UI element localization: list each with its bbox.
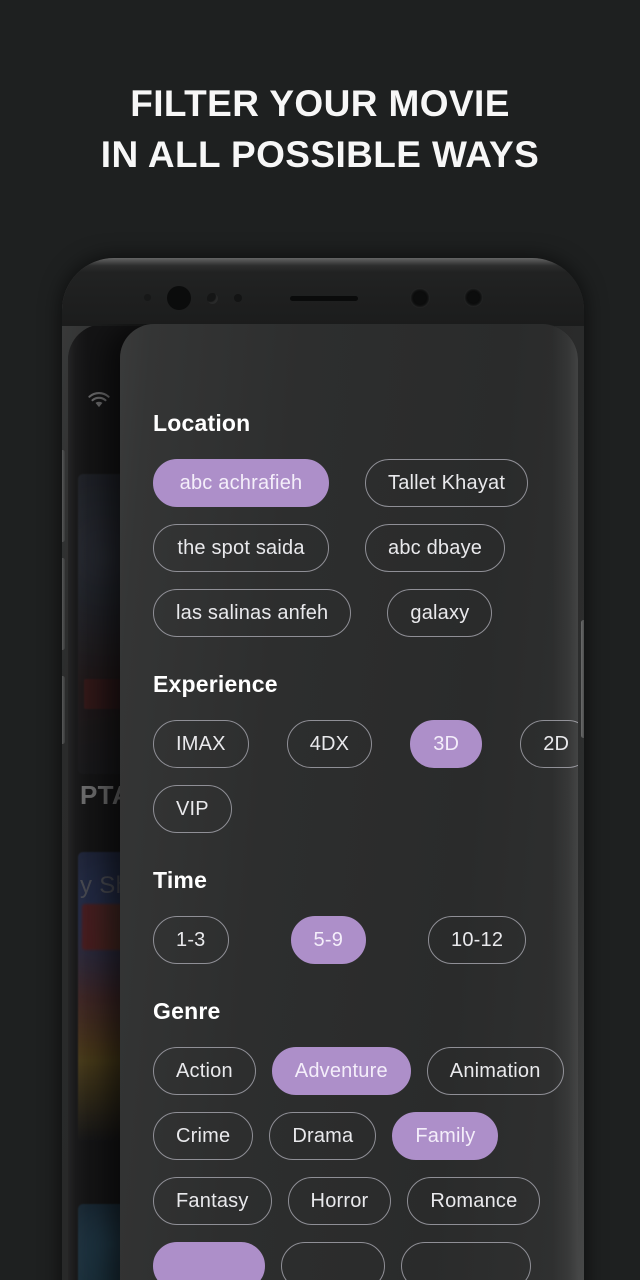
chip-row: VIP <box>153 785 560 833</box>
phone-top-bezel <box>62 258 584 326</box>
chip-time-5-9[interactable]: 5-9 <box>290 916 367 964</box>
app-store-promo-screenshot: FILTER YOUR MOVIE IN ALL POSSIBLE WAYS P… <box>0 0 640 1280</box>
page-title: FILTER YOUR MOVIE IN ALL POSSIBLE WAYS <box>0 78 640 180</box>
chip-location-las-salinas-anfeh[interactable]: las salinas anfeh <box>153 589 352 637</box>
chip-location-abc-dbaye[interactable]: abc dbaye <box>365 524 506 572</box>
filter-section-genre: Genre Action Adventure Animation Crime D… <box>153 998 564 1280</box>
chip-location-tallet-khayat[interactable]: Tallet Khayat <box>365 459 529 507</box>
filter-section-experience: Experience IMAX 4DX 3D 2D VIP <box>153 671 578 833</box>
chip-location-the-spot-saida[interactable]: the spot saida <box>153 524 329 572</box>
chip-row: Fantasy Horror Romance <box>153 1177 560 1225</box>
chip-genre-fantasy[interactable]: Fantasy <box>153 1177 272 1225</box>
chip-row: IMAX 4DX 3D 2D <box>153 720 578 768</box>
iris-scanner-icon <box>167 286 191 310</box>
chip-row: abc achrafieh Tallet Khayat <box>153 459 560 507</box>
phone-screen: PTA y Sh vie anc Location <box>68 324 578 1280</box>
light-sensor-icon <box>207 293 218 304</box>
chip-location-galaxy[interactable]: galaxy <box>387 589 493 637</box>
front-camera-secondary-icon <box>464 288 483 307</box>
chip-row: Action Adventure Animation <box>153 1047 564 1095</box>
chip-row-partial <box>153 1242 560 1280</box>
earpiece-speaker-icon <box>290 296 358 301</box>
phone-device-mockup: PTA y Sh vie anc Location <box>62 258 584 1280</box>
chip-row: las salinas anfeh galaxy <box>153 589 560 637</box>
chip-location-abc-achrafieh[interactable]: abc achrafieh <box>153 459 329 507</box>
chip-genre-crime[interactable]: Crime <box>153 1112 254 1160</box>
chip-genre-partial-2[interactable] <box>281 1242 385 1280</box>
chip-genre-romance[interactable]: Romance <box>407 1177 541 1225</box>
chip-experience-imax[interactable]: IMAX <box>153 720 249 768</box>
chip-genre-horror[interactable]: Horror <box>287 1177 392 1225</box>
chip-genre-partial-1[interactable] <box>153 1242 265 1280</box>
volume-down-button[interactable] <box>62 558 65 650</box>
filter-section-location: Location abc achrafieh Tallet Khayat the… <box>153 410 560 637</box>
section-title-genre: Genre <box>153 998 221 1024</box>
chip-experience-3d[interactable]: 3D <box>410 720 483 768</box>
chip-time-10-12[interactable]: 10-12 <box>428 916 527 964</box>
chip-time-1-3[interactable]: 1-3 <box>153 916 229 964</box>
chip-genre-family[interactable]: Family <box>392 1112 499 1160</box>
filter-panel-content: Location abc achrafieh Tallet Khayat the… <box>120 324 578 1280</box>
chip-experience-4dx[interactable]: 4DX <box>286 720 373 768</box>
volume-up-button[interactable] <box>62 450 65 542</box>
assistant-button[interactable] <box>62 676 65 744</box>
section-title-time: Time <box>153 867 208 893</box>
front-camera-icon <box>410 288 430 308</box>
chip-genre-drama[interactable]: Drama <box>269 1112 377 1160</box>
section-title-experience: Experience <box>153 671 278 697</box>
chip-experience-vip[interactable]: VIP <box>153 785 232 833</box>
chip-experience-2d[interactable]: 2D <box>520 720 578 768</box>
chip-row: Crime Drama Family <box>153 1112 560 1160</box>
filter-section-time: Time 1-3 5-9 10-12 <box>153 867 560 964</box>
chip-genre-partial-3[interactable] <box>401 1242 531 1280</box>
filter-panel: Location abc achrafieh Tallet Khayat the… <box>120 324 578 1280</box>
headline-line-1: FILTER YOUR MOVIE <box>130 83 510 124</box>
sensor-dot-icon <box>234 294 242 302</box>
section-title-location: Location <box>153 410 251 436</box>
headline-line-2: IN ALL POSSIBLE WAYS <box>100 134 540 175</box>
chip-genre-action[interactable]: Action <box>153 1047 256 1095</box>
wifi-icon <box>88 392 110 408</box>
chip-row: the spot saida abc dbaye <box>153 524 560 572</box>
chip-genre-adventure[interactable]: Adventure <box>271 1047 411 1095</box>
power-button[interactable] <box>581 620 584 738</box>
chip-row: 1-3 5-9 10-12 <box>153 916 560 964</box>
proximity-sensor-icon <box>144 294 151 301</box>
chip-genre-animation[interactable]: Animation <box>426 1047 564 1095</box>
